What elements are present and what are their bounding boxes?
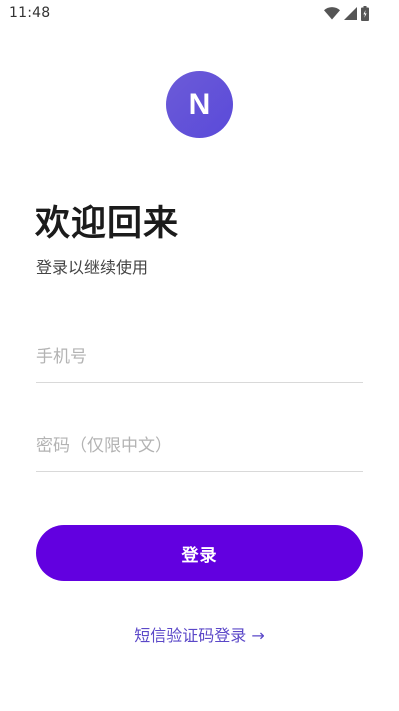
page-subtitle: 登录以继续使用 — [36, 258, 149, 277]
login-screen: 11:48 N 欢迎回来 登录以继续使用 手机号 登录 短信验证码登录 → — [0, 0, 399, 711]
login-button[interactable]: 登录 — [36, 525, 363, 581]
status-icons — [324, 6, 369, 21]
page-title: 欢迎回来 — [35, 204, 180, 244]
phone-input[interactable] — [36, 332, 363, 382]
phone-field — [36, 332, 363, 383]
app-logo-avatar: N — [166, 71, 233, 138]
signal-icon — [344, 7, 357, 20]
battery-icon — [361, 6, 369, 21]
password-field — [36, 421, 363, 472]
status-bar: 11:48 — [0, 0, 399, 28]
wifi-icon — [324, 7, 340, 20]
sms-login-link[interactable]: 短信验证码登录 → — [0, 622, 399, 646]
status-time: 11:48 — [9, 5, 51, 21]
password-input[interactable] — [36, 421, 363, 471]
